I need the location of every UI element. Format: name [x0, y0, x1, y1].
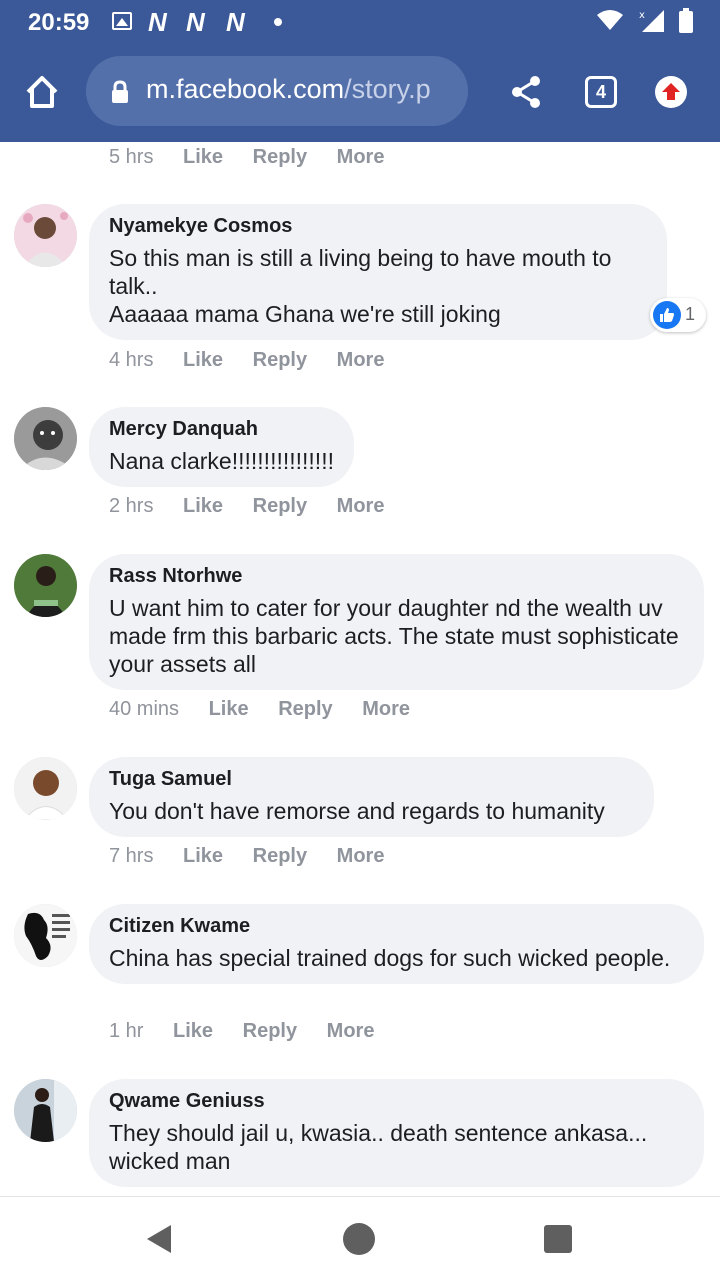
like-link[interactable]: Like — [173, 1020, 213, 1042]
like-link[interactable]: Like — [183, 845, 223, 867]
comment-author[interactable]: Nyamekye Cosmos — [109, 214, 647, 238]
reaction-badge[interactable]: 1 — [650, 298, 706, 332]
share-icon[interactable] — [508, 74, 544, 110]
avatar[interactable] — [14, 904, 77, 967]
comment-author[interactable]: Rass Ntorhwe — [109, 564, 684, 588]
comment-author[interactable]: Tuga Samuel — [109, 767, 634, 791]
reply-link[interactable]: Reply — [253, 349, 307, 371]
reply-link[interactable]: Reply — [253, 495, 307, 517]
reply-link[interactable]: Reply — [278, 698, 332, 720]
comment-actions: 1 hr Like Reply More — [109, 1020, 398, 1043]
nav-back-icon[interactable] — [145, 1223, 173, 1255]
comments-list: 5 hrs Like Reply More Nyamekye Cosmos So… — [0, 142, 720, 1196]
comment-actions: 7 hrs Like Reply More — [109, 845, 408, 868]
more-link[interactable]: More — [337, 349, 385, 371]
comment-bubble: Qwame Geniuss They should jail u, kwasia… — [89, 1079, 704, 1187]
comment-text: Nana clarke!!!!!!!!!!!!!!!! — [109, 448, 334, 474]
address-bar[interactable]: m.facebook.com/story.p — [86, 56, 468, 126]
avatar-image — [14, 1079, 77, 1142]
more-link[interactable]: More — [337, 495, 385, 517]
n-notification-icon: N — [148, 7, 167, 37]
comment-actions: 5 hrs Like Reply More — [109, 146, 408, 169]
lock-icon — [112, 80, 128, 103]
comment-text: So this man is still a living being to h… — [109, 245, 612, 327]
comment-actions: 4 hrs Like Reply More — [109, 349, 408, 372]
comment-author[interactable]: Citizen Kwame — [109, 914, 684, 938]
avatar-image — [14, 757, 77, 820]
svg-text:x: x — [639, 10, 645, 21]
comment-time: 7 hrs — [109, 845, 154, 867]
tabs-icon[interactable]: 4 — [585, 76, 617, 108]
n-notification-icon: N — [226, 7, 245, 37]
home-icon[interactable] — [22, 72, 62, 112]
comment-time: 1 hr — [109, 1020, 144, 1042]
comment-bubble: Rass Ntorhwe U want him to cater for you… — [89, 554, 704, 690]
status-bar: 20:59 N N N x — [0, 0, 720, 44]
url-path: /story.p — [344, 74, 431, 104]
nav-recent-icon[interactable] — [544, 1225, 572, 1253]
more-link[interactable]: More — [327, 1020, 375, 1042]
comment-text: China has special trained dogs for such … — [109, 945, 671, 971]
browser-toolbar: m.facebook.com/story.p 4 — [0, 44, 720, 142]
url-domain: m.facebook.com — [146, 74, 345, 104]
top-bar: 20:59 N N N x m.facebook.com/story.p 4 — [0, 0, 720, 142]
comment-actions: 2 hrs Like Reply More — [109, 495, 408, 518]
avatar[interactable] — [14, 554, 77, 617]
comment-text: They should jail u, kwasia.. death sente… — [109, 1120, 648, 1174]
avatar-image — [14, 904, 77, 967]
upload-arrow-icon[interactable] — [655, 76, 687, 108]
avatar-image — [14, 204, 77, 267]
comment-time: 5 hrs — [109, 146, 154, 168]
comment-actions: 40 mins Like Reply More — [109, 698, 434, 721]
wifi-icon — [597, 10, 623, 30]
comment-bubble: Nyamekye Cosmos So this man is still a l… — [89, 204, 667, 340]
avatar[interactable] — [14, 757, 77, 820]
more-link[interactable]: More — [337, 845, 385, 867]
battery-icon — [679, 8, 693, 33]
thumbs-up-glyph-icon — [660, 308, 674, 322]
more-link[interactable]: More — [337, 146, 385, 168]
status-time: 20:59 — [28, 9, 90, 36]
reply-link[interactable]: Reply — [243, 1020, 297, 1042]
avatar-image — [14, 407, 77, 470]
avatar-image — [14, 554, 77, 617]
android-nav-bar — [0, 1196, 720, 1280]
avatar[interactable] — [14, 1079, 77, 1142]
comment-time: 2 hrs — [109, 495, 154, 517]
avatar[interactable] — [14, 407, 77, 470]
comment-text: U want him to cater for your daughter nd… — [109, 595, 679, 677]
upload-arrow-glyph-icon — [662, 83, 680, 100]
comment-bubble: Citizen Kwame China has special trained … — [89, 904, 704, 984]
thumbs-up-icon — [653, 301, 681, 329]
n-notification-icon: N — [186, 7, 205, 37]
comment-author[interactable]: Mercy Danquah — [109, 417, 334, 441]
url-text: m.facebook.com/story.p — [146, 74, 431, 105]
comment-bubble: Tuga Samuel You don't have remorse and r… — [89, 757, 654, 837]
nav-home-icon[interactable] — [343, 1223, 375, 1255]
like-link[interactable]: Like — [183, 349, 223, 371]
reply-link[interactable]: Reply — [253, 845, 307, 867]
comment-text: You don't have remorse and regards to hu… — [109, 798, 605, 824]
gallery-notification-icon — [112, 12, 132, 30]
like-link[interactable]: Like — [183, 146, 223, 168]
reaction-count: 1 — [685, 304, 696, 324]
comment-time: 40 mins — [109, 698, 180, 720]
like-link[interactable]: Like — [183, 495, 223, 517]
avatar[interactable] — [14, 204, 77, 267]
reply-link[interactable]: Reply — [253, 146, 307, 168]
comment-time: 4 hrs — [109, 349, 154, 371]
like-link[interactable]: Like — [209, 698, 249, 720]
signal-icon: x — [639, 10, 664, 32]
more-notifications-dot-icon — [274, 18, 282, 26]
comment-author[interactable]: Qwame Geniuss — [109, 1089, 684, 1113]
comment-bubble: Mercy Danquah Nana clarke!!!!!!!!!!!!!!!… — [89, 407, 354, 487]
more-link[interactable]: More — [362, 698, 410, 720]
